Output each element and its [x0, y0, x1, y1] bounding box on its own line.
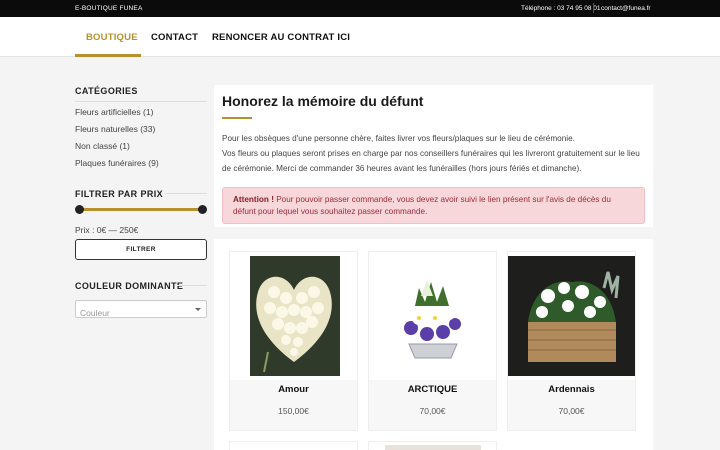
page-title: Honorez la mémoire du défunt [222, 93, 424, 109]
product-name[interactable]: ARCTIQUE [369, 384, 496, 395]
alert-strong: Attention ! [233, 195, 274, 204]
category-label: Fleurs artificielles [75, 107, 141, 117]
nav-item-contact[interactable]: CONTACT [151, 32, 198, 43]
email-link[interactable]: contact@funea.fr [601, 5, 651, 12]
intro-panel: Honorez la mémoire du défunt Pour les ob… [214, 85, 653, 227]
category-count: (1) [119, 141, 130, 151]
top-bar: E-BOUTIQUE FUNEA Téléphone : 03 74 95 08… [0, 0, 720, 17]
price-filter-title: FILTRER PAR PRIX [75, 189, 164, 199]
brand-name: E-BOUTIQUE FUNEA [75, 5, 143, 12]
slider-max-handle[interactable] [198, 205, 207, 214]
category-link-fleurs-naturelles[interactable]: Fleurs naturelles (33) [75, 124, 155, 134]
filter-button[interactable]: FILTRER [75, 239, 207, 260]
color-select[interactable]: Couleur [75, 300, 207, 318]
product-card-partial[interactable] [229, 441, 358, 450]
product-image-ardennais[interactable] [508, 252, 635, 380]
category-link-non-classe[interactable]: Non classé (1) [75, 141, 130, 151]
slider-track[interactable] [79, 208, 204, 211]
nav-active-indicator [75, 54, 141, 57]
nav-item-boutique[interactable]: BOUTIQUE [86, 32, 138, 43]
warning-alert: Attention ! Pour pouvoir passer commande… [222, 187, 645, 224]
alert-text: Pour pouvoir passer commande, vous devez… [233, 195, 611, 216]
product-image-arctique[interactable] [369, 252, 496, 380]
phone-link[interactable]: Téléphone : 03 74 95 08 01 [521, 5, 601, 12]
product-card-partial[interactable] [368, 441, 497, 450]
product-card[interactable]: Ardennais 70,00€ [507, 251, 636, 431]
intro-line-2: Vos fleurs ou plaques seront prises en c… [222, 149, 640, 173]
category-link-fleurs-artificielles[interactable]: Fleurs artificielles (1) [75, 107, 153, 117]
divider [75, 101, 207, 102]
product-image-heart[interactable] [230, 252, 357, 380]
product-image-partial[interactable] [385, 445, 481, 450]
divider [177, 285, 207, 286]
title-accent-line [222, 117, 252, 119]
divider [165, 193, 207, 194]
color-select-placeholder: Couleur [80, 308, 110, 318]
color-filter-title: COULEUR DOMINANTE [75, 281, 184, 291]
product-name[interactable]: Ardennais [508, 384, 635, 395]
product-price: 150,00€ [278, 406, 309, 416]
category-label: Plaques funéraires [75, 158, 146, 168]
chevron-down-icon [195, 308, 201, 311]
intro-text: Pour les obsèques d'une personne chère, … [222, 131, 647, 176]
product-card[interactable]: ARCTIQUE 70,00€ [368, 251, 497, 431]
category-count: (1) [143, 107, 154, 117]
intro-line-1: Pour les obsèques d'une personne chère, … [222, 134, 575, 143]
product-name[interactable]: Amour [230, 384, 357, 395]
category-count: (33) [140, 124, 156, 134]
categories-title: CATÉGORIES [75, 86, 138, 96]
slider-min-handle[interactable] [75, 205, 84, 214]
product-price: 70,00€ [558, 406, 585, 416]
category-link-plaques-funeraires[interactable]: Plaques funéraires (9) [75, 158, 159, 168]
product-card[interactable]: Amour 150,00€ [229, 251, 358, 431]
product-price: 70,00€ [419, 406, 446, 416]
main-nav: BOUTIQUE CONTACT RENONCER AU CONTRAT ICI [0, 17, 720, 57]
nav-item-renoncer[interactable]: RENONCER AU CONTRAT ICI [212, 32, 350, 43]
price-range-label: Prix : 0€ — 250€ [75, 225, 139, 235]
category-count: (9) [148, 158, 159, 168]
product-grid: Amour 150,00€ ARCTIQUE 70,00€ Ardennais … [214, 239, 653, 450]
category-label: Fleurs naturelles [75, 124, 138, 134]
topbar-divider [593, 3, 594, 13]
category-label: Non classé [75, 141, 118, 151]
